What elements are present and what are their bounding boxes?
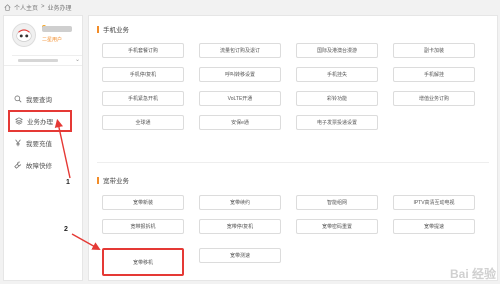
layers-icon (15, 117, 23, 125)
section-title-broadband: 宽带业务 (97, 175, 129, 185)
breadcrumb-separator: > (41, 4, 45, 10)
breadcrumb-root[interactable]: 个人主页 (14, 3, 38, 12)
watermark-logo-icon: Bai 经验 (449, 267, 496, 281)
service-button[interactable]: 流量包订购及退订 (199, 43, 281, 58)
watermark: Bai 经验 (450, 265, 496, 282)
annotation-label-2: 2 (64, 226, 68, 233)
service-button[interactable]: 宽带续约 (199, 195, 281, 210)
service-button[interactable]: 副卡加装 (393, 43, 475, 58)
section-title-text: 手机业务 (103, 27, 129, 34)
sidebar-menu: 我要查询 业务办理 我要充值 故障快修 (4, 88, 84, 176)
mobile-services-grid: 手机套餐订购 流量包订购及退订 国际及港澳台漫游 副卡加装 手机停/复机 呼叫转… (102, 43, 475, 130)
sidebar-item-business[interactable]: 业务办理 (8, 110, 72, 132)
breadcrumb: 个人主页 > 业务办理 (4, 2, 72, 12)
service-button[interactable]: 智能组网 (296, 195, 378, 210)
search-icon (14, 95, 22, 103)
service-button[interactable]: 宽带提速 (393, 219, 475, 234)
sidebar-item-label: 故障快修 (26, 163, 52, 170)
yuan-icon (15, 139, 21, 147)
service-button[interactable]: 电子发票投递设置 (296, 115, 378, 130)
service-button[interactable]: 国际及港澳台漫游 (296, 43, 378, 58)
service-button[interactable]: 手机挂失 (296, 67, 378, 82)
avatar[interactable] (12, 23, 36, 47)
service-button[interactable]: 宽带密码重置 (296, 219, 378, 234)
account-row[interactable]: ⌄ (12, 55, 82, 63)
annotation-label-1: 1 (66, 179, 70, 186)
wrench-icon (14, 161, 22, 169)
robot-avatar-icon (16, 29, 32, 42)
sidebar-item-label: 我要充值 (26, 141, 52, 148)
user-level: 二星用户 (42, 37, 63, 43)
section-accent-bar (97, 25, 99, 33)
main-panel: 手机业务 手机套餐订购 流量包订购及退订 国际及港澳台漫游 副卡加装 手机停/复… (88, 15, 498, 281)
service-button[interactable]: 呼叫转移设置 (199, 67, 281, 82)
sidebar: 二星用户 ⌄ 我要查询 业务办理 我要充值 故障快修 (3, 15, 83, 281)
service-button[interactable]: 手机停/复机 (102, 67, 184, 82)
chevron-down-icon[interactable]: ⌄ (75, 56, 80, 63)
sidebar-item-label: 我要查询 (26, 97, 52, 104)
service-button[interactable]: 彩铃功能 (296, 91, 378, 106)
service-button[interactable]: VoLTE开通 (199, 91, 281, 106)
service-button[interactable]: IPTV高清互动电视 (393, 195, 475, 210)
service-button[interactable]: 手机套餐订购 (102, 43, 184, 58)
breadcrumb-current: 业务办理 (47, 5, 72, 12)
sidebar-item-recharge[interactable]: 我要充值 (4, 132, 84, 154)
service-button[interactable]: 全球通 (102, 115, 184, 130)
service-button[interactable]: 手机紧急开机 (102, 91, 184, 106)
username-masked (42, 26, 72, 32)
profile-card: 二星用户 ⌄ (4, 16, 82, 66)
service-button[interactable]: 安保e通 (199, 115, 281, 130)
sidebar-item-label: 业务办理 (27, 119, 53, 126)
home-icon[interactable] (4, 3, 11, 11)
account-masked (18, 59, 58, 62)
broadband-services-grid-row3: 宽带移机 宽带测速 (102, 248, 475, 276)
service-button[interactable]: 宽带报拆机 (102, 219, 184, 234)
service-button[interactable]: 增值业务订购 (393, 91, 475, 106)
service-button[interactable]: 手机解挂 (393, 67, 475, 82)
broadband-move-button[interactable]: 宽带移机 (102, 248, 184, 276)
section-accent-bar (97, 176, 99, 184)
broadband-services-grid: 宽带新装 宽带续约 智能组网 IPTV高清互动电视 宽带报拆机 宽带停/复机 宽… (102, 195, 475, 234)
section-title-mobile: 手机业务 (97, 24, 129, 34)
service-button[interactable]: 宽带新装 (102, 195, 184, 210)
section-divider (97, 162, 489, 163)
service-button[interactable]: 宽带停/复机 (199, 219, 281, 234)
sidebar-item-repair[interactable]: 故障快修 (4, 154, 84, 176)
service-button[interactable]: 宽带测速 (199, 248, 281, 263)
sidebar-item-query[interactable]: 我要查询 (4, 88, 84, 110)
section-title-text: 宽带业务 (103, 178, 129, 185)
